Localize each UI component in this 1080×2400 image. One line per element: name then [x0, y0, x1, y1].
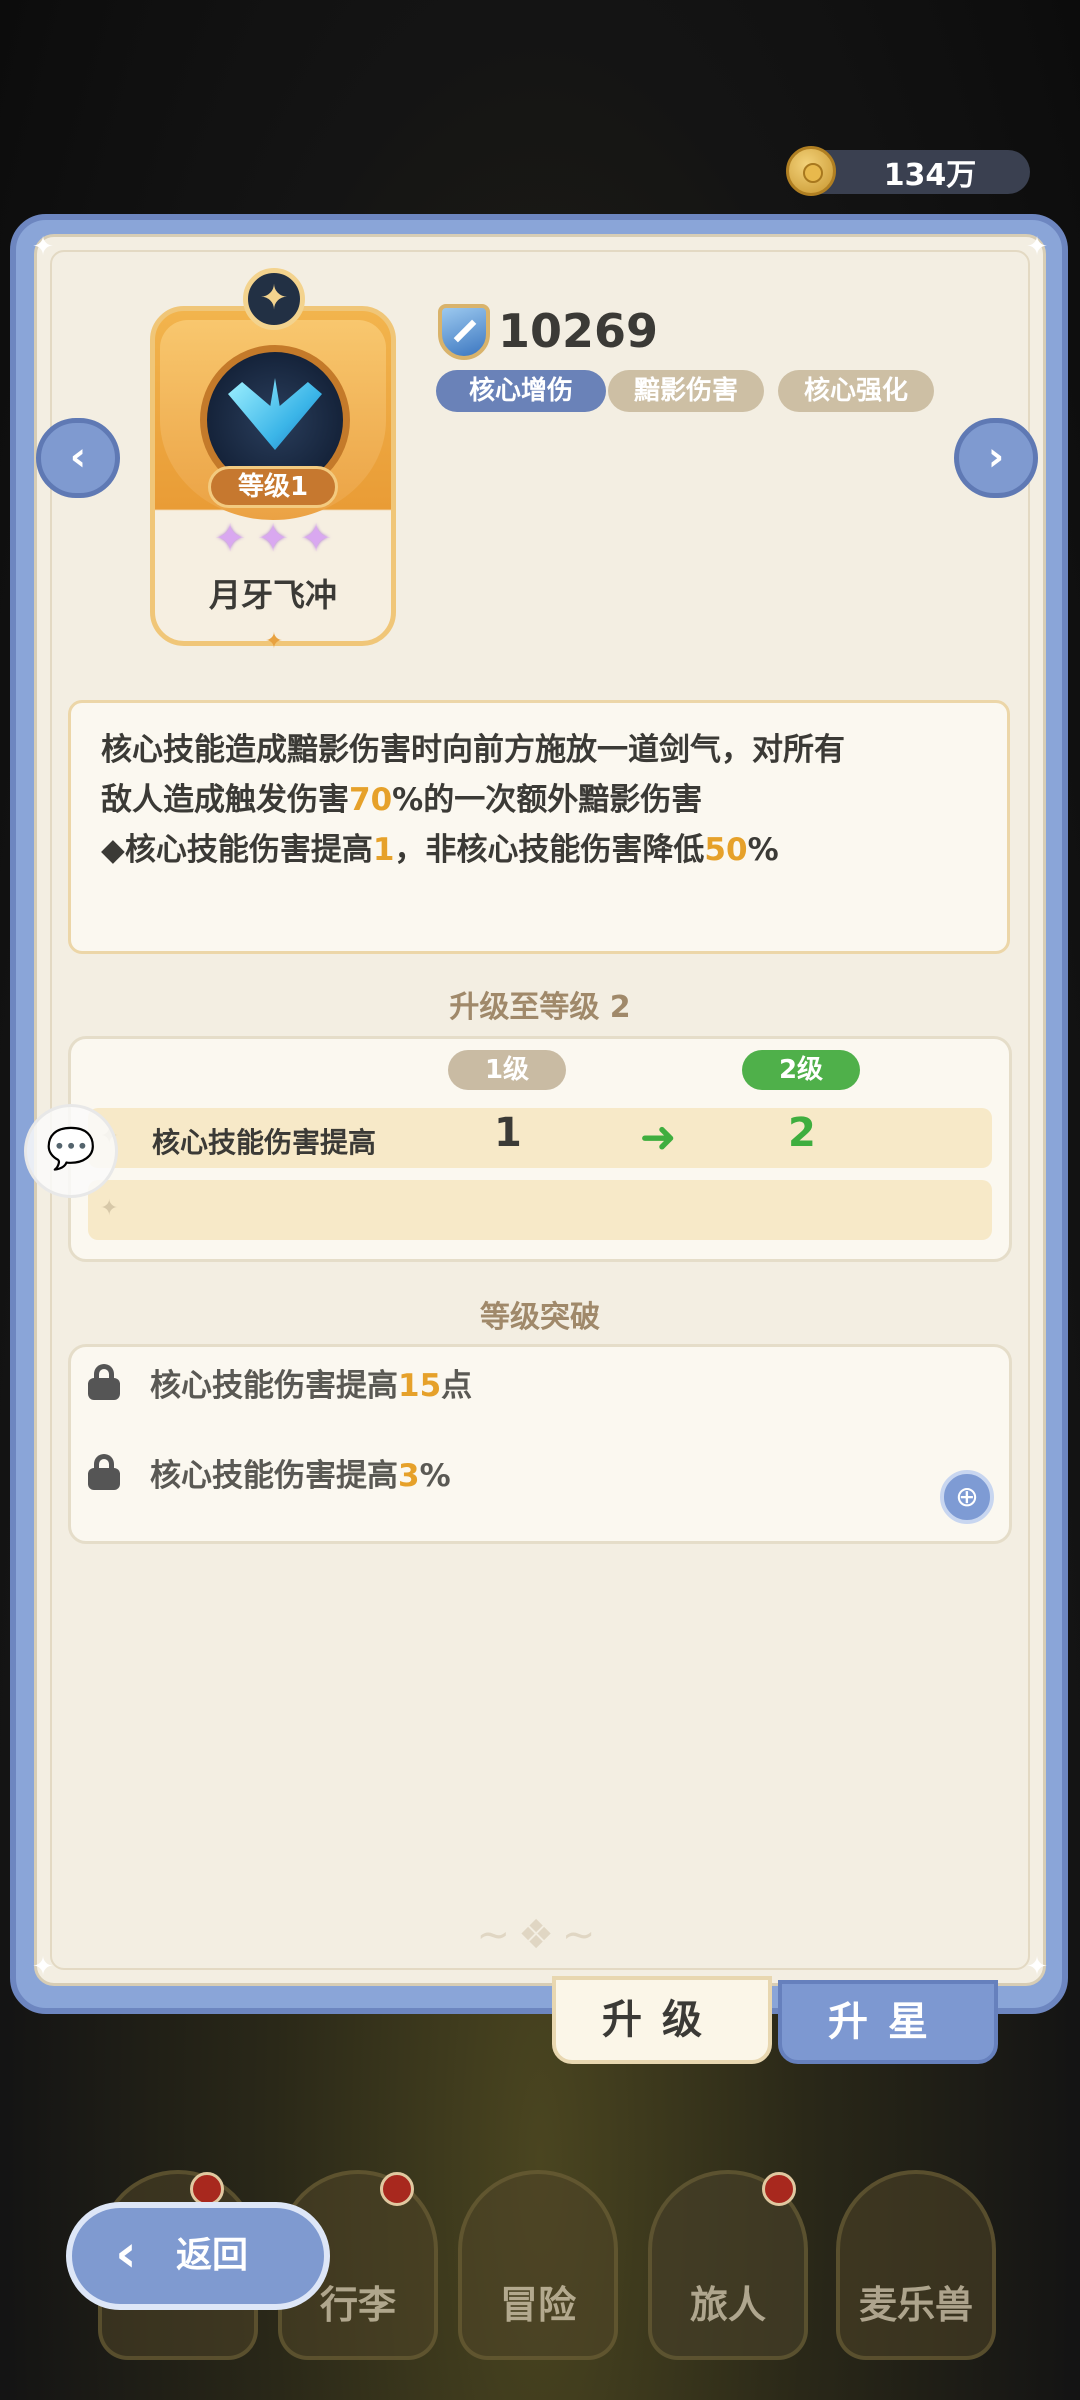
chat-button[interactable]: 💬	[24, 1104, 118, 1198]
breakthrough-item: 核心技能伤害提高15点	[150, 1368, 473, 1404]
description-line: 敌人造成触发伤害70%的一次额外黯影伤害	[101, 782, 703, 818]
skill-level-badge: 等级1	[208, 466, 338, 508]
star-icon: ✦	[257, 516, 289, 560]
breakthrough-section-title: 等级突破	[480, 1300, 600, 1335]
corner-star-icon: ✦	[1026, 1952, 1048, 1982]
arrow-right-icon: ➜	[639, 1112, 677, 1163]
tag-shadow-damage: 黯影伤害	[608, 370, 764, 412]
skill-name: 月牙飞冲	[208, 576, 337, 614]
lock-icon	[88, 1364, 120, 1400]
nav-item-adventure[interactable]: 冒险	[458, 2170, 618, 2360]
magnifier-plus-icon: ⊕	[955, 1480, 979, 1513]
back-arrow-icon: ‹	[115, 2224, 137, 2284]
description-line: ◆核心技能伤害提高1，非核心技能伤害降低50%	[101, 832, 779, 868]
notification-dot-icon	[762, 2172, 796, 2206]
tab-star-up[interactable]: 升星	[778, 1980, 998, 2064]
tag-core-boost: 核心强化	[778, 370, 934, 412]
breakthrough-item: 核心技能伤害提高3%	[150, 1458, 451, 1494]
notification-dot-icon	[380, 2172, 414, 2206]
stat-label: 核心技能伤害提高	[152, 1126, 377, 1159]
lock-icon	[88, 1454, 120, 1490]
upgrade-section-title: 升级至等级 2	[449, 990, 631, 1025]
star-icon: ✦	[214, 516, 246, 560]
diamond-bullet-icon: ✦	[100, 1196, 119, 1221]
diamond-ornament-icon: ✦	[264, 629, 284, 654]
tab-upgrade[interactable]: 升级	[552, 1976, 772, 2064]
fox-ornament-icon: ~❖~	[476, 1912, 604, 1958]
stat-from-value: 1	[494, 1110, 522, 1156]
notification-dot-icon	[190, 2172, 224, 2206]
prev-skill-button[interactable]: ‹	[36, 418, 120, 498]
current-level-badge: 1级	[448, 1050, 566, 1090]
tag-core-damage: 核心增伤	[436, 370, 606, 412]
chevron-left-icon: ‹	[69, 434, 87, 480]
description-line: 核心技能造成黯影伤害时向前方施放一道剑气，对所有	[101, 732, 845, 768]
corner-star-icon: ✦	[1026, 232, 1048, 262]
next-level-badge: 2级	[742, 1050, 860, 1090]
next-skill-button[interactable]: ›	[954, 418, 1038, 498]
power-value: 10269	[498, 304, 659, 358]
nav-item-melemon[interactable]: 麦乐兽	[836, 2170, 996, 2360]
chevron-right-icon: ›	[987, 434, 1005, 480]
power-shield-icon	[438, 304, 490, 360]
corner-star-icon: ✦	[32, 1952, 54, 1982]
stat-to-value: 2	[788, 1110, 816, 1156]
sparkle-badge-icon: ✦	[243, 268, 305, 330]
stat-row-empty	[88, 1180, 992, 1240]
zoom-in-button[interactable]: ⊕	[940, 1470, 994, 1524]
star-icon: ✦	[300, 516, 332, 560]
currency-value: 134万	[883, 158, 977, 193]
skill-description: 核心技能造成黯影伤害时向前方施放一道剑气，对所有 敌人造成触发伤害70%的一次额…	[68, 700, 1010, 954]
chat-bubble-icon: 💬	[46, 1126, 96, 1172]
coin-icon	[786, 146, 836, 196]
corner-star-icon: ✦	[32, 232, 54, 262]
skill-stars: ✦ ✦ ✦	[210, 518, 336, 558]
back-label: 返回	[176, 2235, 249, 2276]
